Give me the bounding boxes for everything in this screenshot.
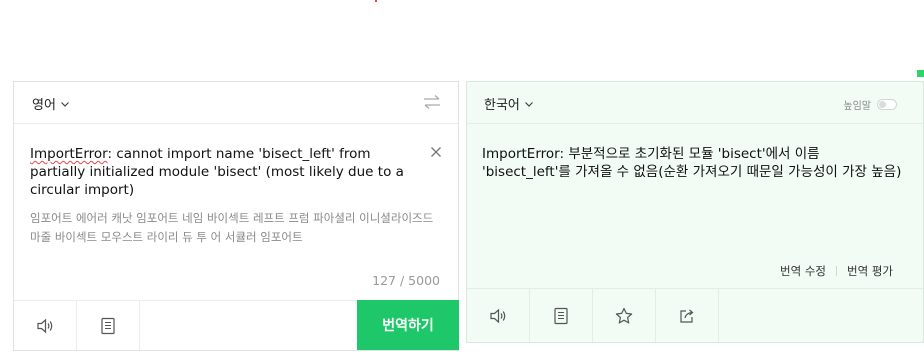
translate-button[interactable]: 번역하기 bbox=[357, 300, 459, 350]
listen-result-button[interactable] bbox=[467, 289, 530, 342]
spellcheck-word: ImportError bbox=[30, 146, 108, 162]
result-toolbar bbox=[467, 288, 923, 342]
share-button[interactable] bbox=[656, 289, 719, 342]
book-icon bbox=[554, 307, 568, 324]
result-panel-header: 한국어 높임말 bbox=[467, 82, 923, 124]
rate-translation-link[interactable]: 번역 평가 bbox=[847, 263, 893, 279]
source-toolbar: 번역하기 bbox=[14, 300, 459, 350]
toggle-switch[interactable] bbox=[877, 99, 897, 110]
divider bbox=[836, 266, 838, 276]
result-panel: 한국어 높임말 ImportError: 부분적으로 초기화된 모듈 'bise… bbox=[466, 81, 924, 343]
source-text-input[interactable]: ImportError: cannot import name 'bisect_… bbox=[30, 145, 420, 199]
honorific-label: 높임말 bbox=[843, 101, 871, 112]
speaker-icon bbox=[490, 308, 506, 323]
source-language-label: 영어 bbox=[32, 98, 56, 113]
source-language-select[interactable]: 영어 bbox=[32, 94, 70, 113]
book-icon bbox=[101, 317, 115, 334]
pronunciation-text: 임포어트 에어러 캐낫 임포어트 네임 바이섹트 레프트 프럼 파아셜리 이니셜… bbox=[30, 211, 434, 244]
swap-arrows-icon[interactable] bbox=[422, 94, 442, 110]
favorite-button[interactable] bbox=[593, 289, 656, 342]
edit-translation-link[interactable]: 번역 수정 bbox=[780, 263, 826, 279]
red-dot-marker bbox=[375, 0, 377, 2]
share-icon bbox=[680, 309, 694, 323]
chevron-down-icon bbox=[60, 101, 69, 107]
target-language-select[interactable]: 한국어 bbox=[484, 94, 534, 113]
close-icon[interactable] bbox=[430, 146, 442, 158]
result-actions: 번역 수정 번역 평가 bbox=[780, 263, 893, 279]
speaker-icon bbox=[37, 318, 53, 333]
character-counter: 127 / 5000 bbox=[372, 273, 440, 288]
green-edge-marker bbox=[917, 70, 924, 77]
star-icon bbox=[615, 307, 633, 323]
translation-result: ImportError: 부분적으로 초기화된 모듈 'bisect'에서 이름… bbox=[482, 146, 902, 180]
target-language-label: 한국어 bbox=[484, 98, 520, 113]
chevron-down-icon bbox=[524, 101, 533, 107]
dictionary-result-button[interactable] bbox=[530, 289, 593, 342]
source-panel: 영어 ImportError: cannot import name 'bise… bbox=[13, 81, 459, 351]
listen-source-button[interactable] bbox=[14, 301, 77, 350]
dictionary-source-button[interactable] bbox=[77, 301, 140, 350]
honorific-toggle[interactable]: 높임말 bbox=[843, 97, 897, 112]
source-panel-header: 영어 bbox=[14, 82, 458, 124]
